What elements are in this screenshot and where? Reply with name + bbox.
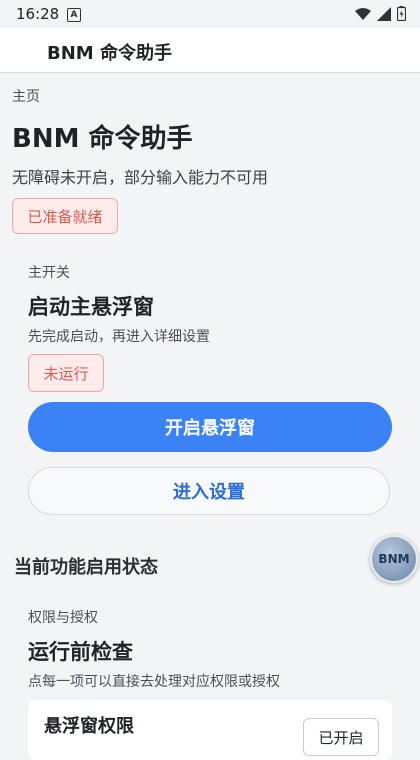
floating-bubble-icon[interactable]: BNM <box>370 535 418 583</box>
status-bar: 16:28 A <box>0 0 420 28</box>
open-floating-window-button[interactable]: 开启悬浮窗 <box>28 402 392 452</box>
breadcrumb: 主页 <box>12 89 40 105</box>
permissions-label: 权限与授权 <box>28 610 98 626</box>
permissions-title: 运行前检查 <box>28 640 133 664</box>
notification-icon: A <box>67 8 81 22</box>
signal-icon <box>377 6 391 21</box>
app-bar: BNM 命令助手 <box>0 28 420 73</box>
main-switch-label: 主开关 <box>28 265 70 281</box>
feature-status-heading: 当前功能启用状态 <box>14 557 158 578</box>
running-status-badge: 未运行 <box>28 354 104 392</box>
ready-status-badge: 已准备就绪 <box>12 198 118 234</box>
permissions-desc: 点每一项可以直接去处理对应权限或授权 <box>28 674 280 690</box>
page-title: BNM 命令助手 <box>12 124 193 154</box>
wifi-icon <box>355 7 371 20</box>
battery-icon <box>397 6 406 21</box>
app-bar-title: BNM 命令助手 <box>47 43 172 64</box>
floating-bubble-text: BNM <box>378 552 410 566</box>
permission-state-badge[interactable]: 已开启 <box>303 718 379 756</box>
main-switch-desc: 先完成启动，再进入详细设置 <box>28 329 210 345</box>
enter-settings-button[interactable]: 进入设置 <box>28 467 390 515</box>
permission-item-overlay[interactable]: 悬浮窗权限 已开启 <box>28 700 392 760</box>
status-icons <box>355 6 406 21</box>
main-switch-title: 启动主悬浮窗 <box>28 295 154 319</box>
status-time: 16:28 <box>16 5 60 23</box>
permission-name: 悬浮窗权限 <box>44 716 134 737</box>
accessibility-status-text: 无障碍未开启，部分输入能力不可用 <box>12 168 269 187</box>
